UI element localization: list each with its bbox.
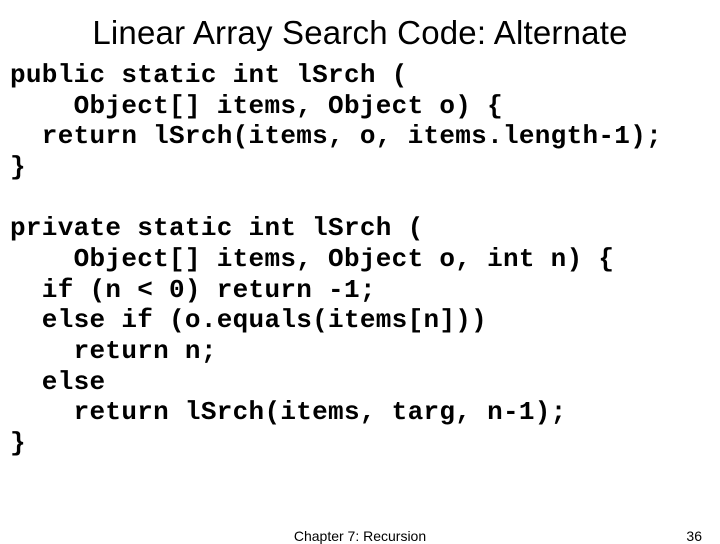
code-block: public static int lSrch ( Object[] items…	[0, 58, 720, 459]
slide-title: Linear Array Search Code: Alternate	[0, 0, 720, 58]
slide: Linear Array Search Code: Alternate publ…	[0, 0, 720, 540]
page-number: 36	[686, 528, 702, 544]
footer-chapter: Chapter 7: Recursion	[0, 528, 720, 544]
